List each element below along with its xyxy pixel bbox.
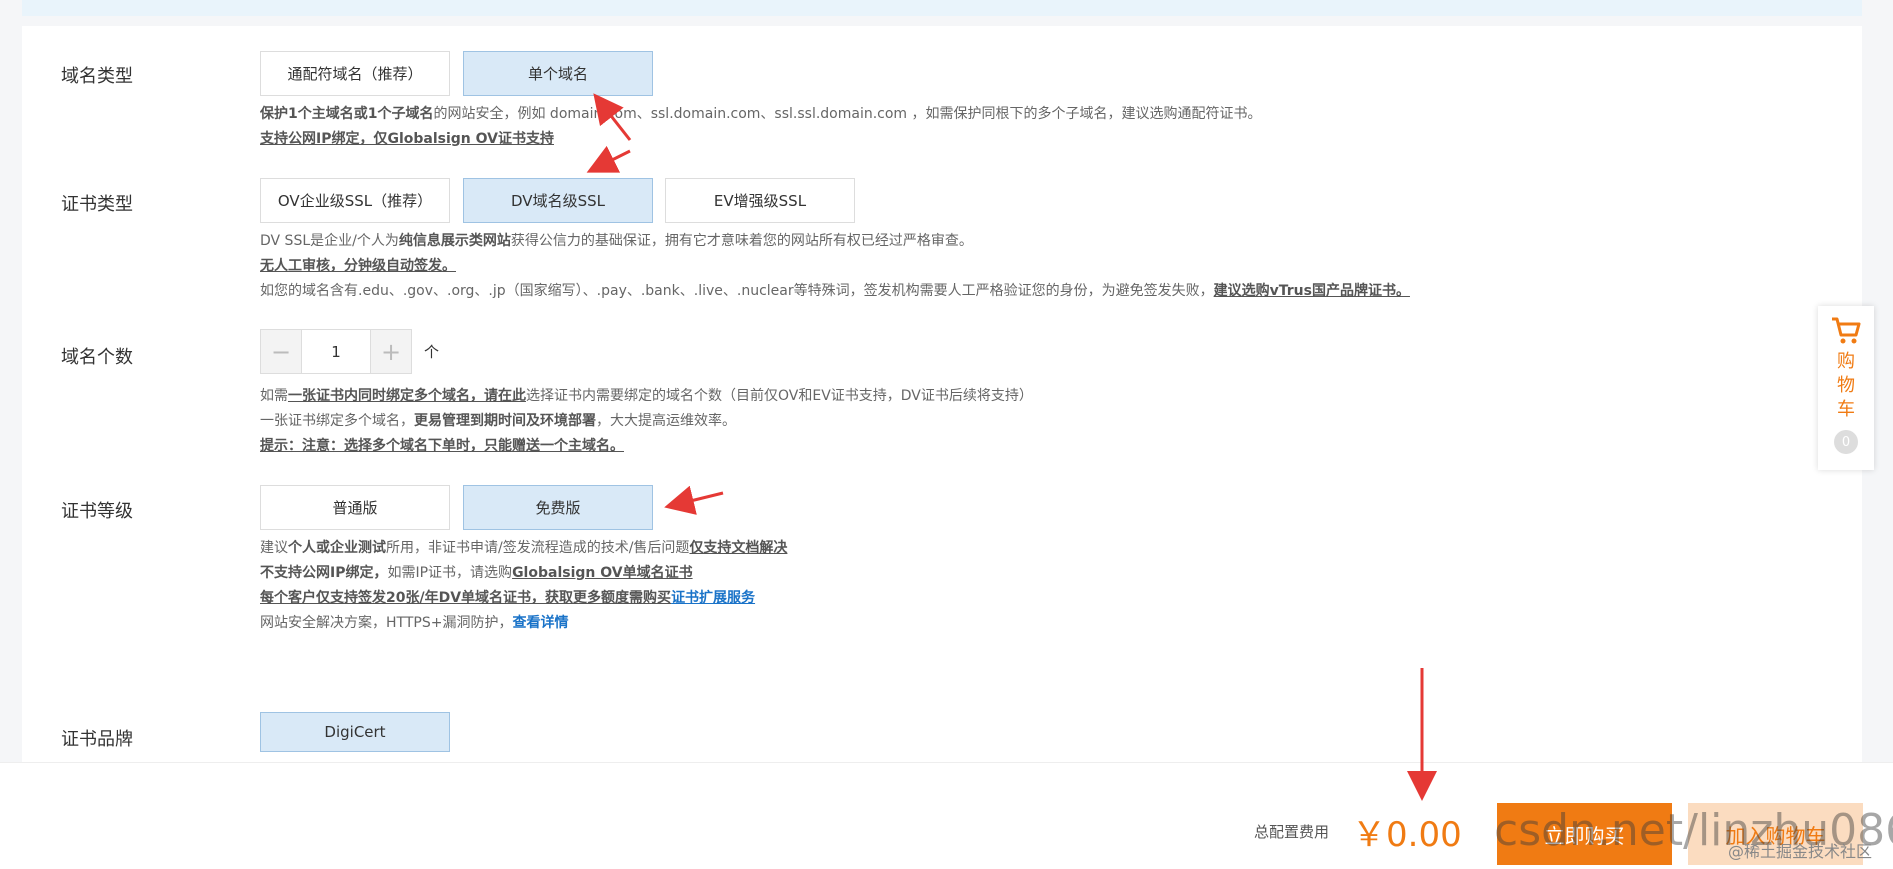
annotation-arrows	[586, 93, 1437, 801]
arrow-to-dv-ssl	[586, 145, 631, 173]
arrow-to-free-edition	[664, 485, 724, 515]
arrow-to-single-domain	[593, 93, 632, 141]
